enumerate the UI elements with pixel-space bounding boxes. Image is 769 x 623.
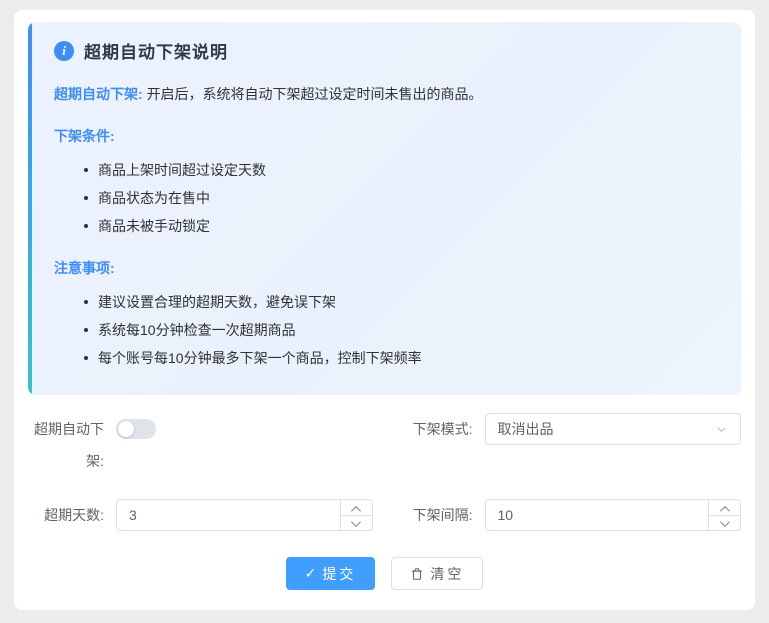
form-item-delist-mode: 下架模式: 取消出品 <box>397 413 741 445</box>
trash-icon <box>410 567 424 581</box>
arrow-up-icon <box>719 500 730 515</box>
increase-button[interactable] <box>709 500 740 516</box>
settings-card: i 超期自动下架说明 超期自动下架: 开启后，系统将自动下架超过设定时间未售出的… <box>14 10 755 610</box>
list-item: 建议设置合理的超期天数，避免误下架 <box>84 295 719 309</box>
overdue-days-spinner <box>339 500 372 530</box>
panel-title: 超期自动下架说明 <box>84 43 228 62</box>
settings-form: 超期自动下架: 下架模式: 取消出品 超期天数: 3 下架间隔: 10 ✓ 提交… <box>28 413 741 590</box>
arrow-down-icon <box>351 516 361 530</box>
notes-heading: 注意事项: <box>54 260 115 276</box>
form-item-auto-delist: 超期自动下架: <box>28 413 373 477</box>
check-icon: ✓ <box>304 565 317 581</box>
delist-interval-input[interactable] <box>484 499 741 531</box>
list-item: 商品未被手动锁定 <box>84 219 719 233</box>
clear-button-label: 清空 <box>430 565 465 582</box>
auto-delist-label: 超期自动下架: <box>34 421 104 469</box>
intro-label: 超期自动下架: <box>54 86 143 102</box>
decrease-button[interactable] <box>709 516 740 530</box>
chevron-down-icon <box>715 423 728 436</box>
overdue-days-label: 超期天数: <box>44 507 104 523</box>
arrow-down-icon <box>719 516 730 530</box>
form-item-overdue-days: 超期天数: <box>28 499 373 531</box>
overdue-days-input[interactable] <box>116 499 373 531</box>
clear-button[interactable]: 清空 <box>391 557 484 590</box>
delist-mode-label: 下架模式: <box>412 421 473 437</box>
delist-interval-label: 下架间隔: <box>412 507 473 523</box>
screen: i 超期自动下架说明 超期自动下架: 开启后，系统将自动下架超过设定时间未售出的… <box>0 0 769 623</box>
info-panel: i 超期自动下架说明 超期自动下架: 开启后，系统将自动下架超过设定时间未售出的… <box>28 22 741 395</box>
panel-title-row: i 超期自动下架说明 <box>54 38 719 63</box>
list-item: 商品上架时间超过设定天数 <box>84 163 719 177</box>
overdue-days-stepper <box>116 499 373 531</box>
conditions-heading: 下架条件: <box>54 128 115 144</box>
delist-interval-spinner <box>708 500 740 530</box>
delist-mode-value: 取消出品 <box>497 421 554 437</box>
form-actions: ✓ 提交 清空 <box>28 557 741 590</box>
submit-button[interactable]: ✓ 提交 <box>285 557 376 590</box>
list-item: 商品状态为在售中 <box>84 191 719 205</box>
form-item-delist-interval: 下架间隔: <box>397 499 741 531</box>
decrease-button[interactable] <box>341 516 372 530</box>
auto-delist-toggle[interactable] <box>116 419 156 439</box>
list-item: 每个账号每10分钟最多下架一个商品，控制下架频率 <box>84 351 719 365</box>
intro-text: 开启后，系统将自动下架超过设定时间未售出的商品。 <box>146 86 483 102</box>
intro-paragraph: 超期自动下架: 开启后，系统将自动下架超过设定时间未售出的商品。 <box>54 87 719 101</box>
arrow-up-icon <box>351 500 361 515</box>
delist-interval-stepper <box>484 499 741 531</box>
conditions-list: 商品上架时间超过设定天数 商品状态为在售中 商品未被手动锁定 <box>84 163 719 233</box>
info-icon: i <box>54 40 74 61</box>
increase-button[interactable] <box>340 500 372 516</box>
submit-button-label: 提交 <box>322 565 357 582</box>
delist-mode-select[interactable]: 取消出品 <box>484 413 741 445</box>
toggle-knob <box>118 421 134 437</box>
list-item: 系统每10分钟检查一次超期商品 <box>84 323 719 337</box>
notes-list: 建议设置合理的超期天数，避免误下架 系统每10分钟检查一次超期商品 每个账号每1… <box>84 295 719 365</box>
